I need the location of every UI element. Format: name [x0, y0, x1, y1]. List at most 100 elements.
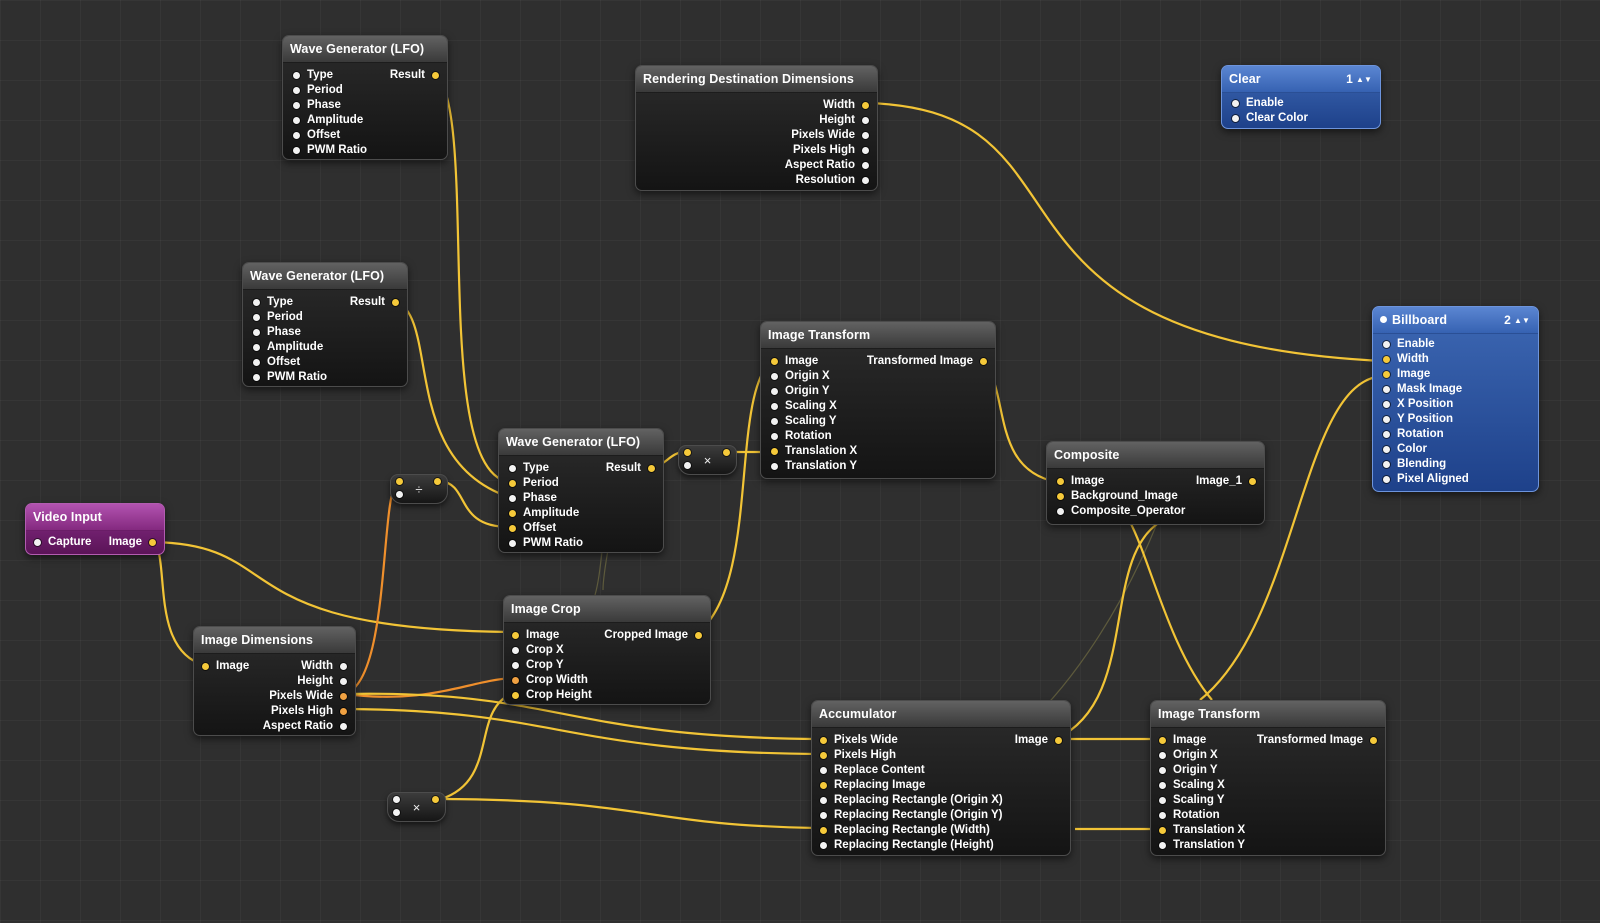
port-dot[interactable]: [1232, 115, 1239, 122]
port-dot[interactable]: [509, 465, 516, 472]
port-dot[interactable]: [392, 299, 399, 306]
port-dot[interactable]: [1159, 812, 1166, 819]
port-dot[interactable]: [340, 723, 347, 730]
node-title[interactable]: Clear 1 ▲▼: [1222, 66, 1380, 93]
port-dot[interactable]: [648, 465, 655, 472]
port-dot[interactable]: [509, 525, 516, 532]
port-dot[interactable]: [1383, 401, 1390, 408]
port-dot[interactable]: [820, 767, 827, 774]
port-dot[interactable]: [512, 662, 519, 669]
multiply-operator-bottom-node[interactable]: ×: [387, 792, 446, 822]
port-dot[interactable]: [432, 72, 439, 79]
port-dot[interactable]: [771, 418, 778, 425]
port-dot[interactable]: [253, 329, 260, 336]
output-image[interactable]: Image: [982, 733, 1062, 748]
port-dot[interactable]: [771, 388, 778, 395]
output-result[interactable]: Result: [309, 295, 399, 310]
port-dot[interactable]: [253, 314, 260, 321]
port-dot[interactable]: [1159, 842, 1166, 849]
port-dot[interactable]: [340, 693, 347, 700]
output-transformed-image[interactable]: Transformed Image: [847, 354, 987, 369]
port-dot[interactable]: [1159, 767, 1166, 774]
port-dot[interactable]: [293, 72, 300, 79]
node-title[interactable]: Image Dimensions: [194, 627, 355, 654]
output-width[interactable]: Width: [719, 98, 869, 113]
port-dot[interactable]: [509, 540, 516, 547]
image-dimensions-node[interactable]: Image Dimensions Image Width Height Pixe…: [193, 626, 356, 736]
output-image-1[interactable]: Image_1: [1176, 474, 1256, 489]
output-aspect-ratio[interactable]: Aspect Ratio: [719, 158, 869, 173]
output-cropped-image[interactable]: Cropped Image: [592, 628, 702, 643]
port-dot[interactable]: [1159, 827, 1166, 834]
port-dot[interactable]: [1055, 737, 1062, 744]
image-transform-bottom-node[interactable]: Image Transform Image Origin X Origin Y …: [1150, 700, 1386, 856]
port-dot[interactable]: [512, 692, 519, 699]
output-result[interactable]: Result: [565, 461, 655, 476]
port-dot[interactable]: [512, 677, 519, 684]
output-image[interactable]: Image: [96, 535, 156, 550]
port-dot[interactable]: [1057, 478, 1064, 485]
output-width[interactable]: Width: [247, 659, 347, 674]
port-dot[interactable]: [862, 102, 869, 109]
port-dot[interactable]: [1383, 371, 1390, 378]
node-title[interactable]: Wave Generator (LFO): [283, 36, 447, 63]
port-dot[interactable]: [695, 632, 702, 639]
composite-node[interactable]: Composite Image Background_Image Composi…: [1046, 441, 1265, 525]
port-dot[interactable]: [1057, 508, 1064, 515]
port-dot[interactable]: [253, 359, 260, 366]
port-dot[interactable]: [1383, 476, 1390, 483]
video-input-node[interactable]: Video Input Capture Image: [25, 503, 165, 555]
output-transformed-image[interactable]: Transformed Image: [1237, 733, 1377, 748]
node-title[interactable]: Composite: [1047, 442, 1264, 469]
image-transform-top-node[interactable]: Image Transform Image Origin X Origin Y …: [760, 321, 996, 479]
layer-badge[interactable]: 2 ▲▼: [1504, 307, 1530, 334]
output-aspect-ratio[interactable]: Aspect Ratio: [247, 719, 347, 734]
clear-node[interactable]: Clear 1 ▲▼ Enable Clear Color: [1221, 65, 1381, 129]
port-dot[interactable]: [862, 162, 869, 169]
node-title[interactable]: Wave Generator (LFO): [243, 263, 407, 290]
port-dot[interactable]: [340, 678, 347, 685]
node-title[interactable]: Image Transform: [1151, 701, 1385, 728]
port-dot[interactable]: [1383, 461, 1390, 468]
port-dot[interactable]: [771, 373, 778, 380]
port-dot[interactable]: [771, 463, 778, 470]
port-dot[interactable]: [820, 842, 827, 849]
node-title[interactable]: Accumulator: [812, 701, 1070, 728]
port-dot[interactable]: [1232, 100, 1239, 107]
port-dot[interactable]: [1057, 493, 1064, 500]
node-title[interactable]: Billboard 2 ▲▼: [1373, 307, 1538, 334]
port-dot[interactable]: [149, 539, 156, 546]
port-dot[interactable]: [862, 177, 869, 184]
port-dot[interactable]: [253, 299, 260, 306]
port-dot[interactable]: [509, 510, 516, 517]
port-dot[interactable]: [771, 433, 778, 440]
port-dot[interactable]: [512, 632, 519, 639]
output-pixels-wide[interactable]: Pixels Wide: [719, 128, 869, 143]
node-title[interactable]: Image Crop: [504, 596, 710, 623]
port-dot[interactable]: [980, 358, 987, 365]
port-dot[interactable]: [293, 132, 300, 139]
port-dot[interactable]: [1383, 356, 1390, 363]
port-dot[interactable]: [862, 132, 869, 139]
lfo-mid-node[interactable]: Wave Generator (LFO) Type Period Phase A…: [242, 262, 408, 387]
port-dot[interactable]: [1159, 737, 1166, 744]
port-dot[interactable]: [820, 782, 827, 789]
port-dot[interactable]: [1159, 782, 1166, 789]
port-dot[interactable]: [1159, 752, 1166, 759]
port-dot[interactable]: [34, 539, 41, 546]
port-dot[interactable]: [771, 448, 778, 455]
port-dot[interactable]: [293, 87, 300, 94]
lfo-center-node[interactable]: Wave Generator (LFO) Type Period Phase A…: [498, 428, 664, 553]
output-pixels-high[interactable]: Pixels High: [719, 143, 869, 158]
layer-badge[interactable]: 1 ▲▼: [1346, 66, 1372, 93]
port-dot[interactable]: [862, 117, 869, 124]
port-dot[interactable]: [512, 647, 519, 654]
node-title[interactable]: Wave Generator (LFO): [499, 429, 663, 456]
port-dot[interactable]: [1383, 341, 1390, 348]
port-dot[interactable]: [202, 663, 209, 670]
multiply-operator-top-node[interactable]: ×: [678, 445, 737, 475]
port-dot[interactable]: [340, 663, 347, 670]
port-dot[interactable]: [340, 708, 347, 715]
accumulator-node[interactable]: Accumulator Pixels Wide Pixels High Repl…: [811, 700, 1071, 856]
lfo-top-node[interactable]: Wave Generator (LFO) Type Period Phase A…: [282, 35, 448, 160]
